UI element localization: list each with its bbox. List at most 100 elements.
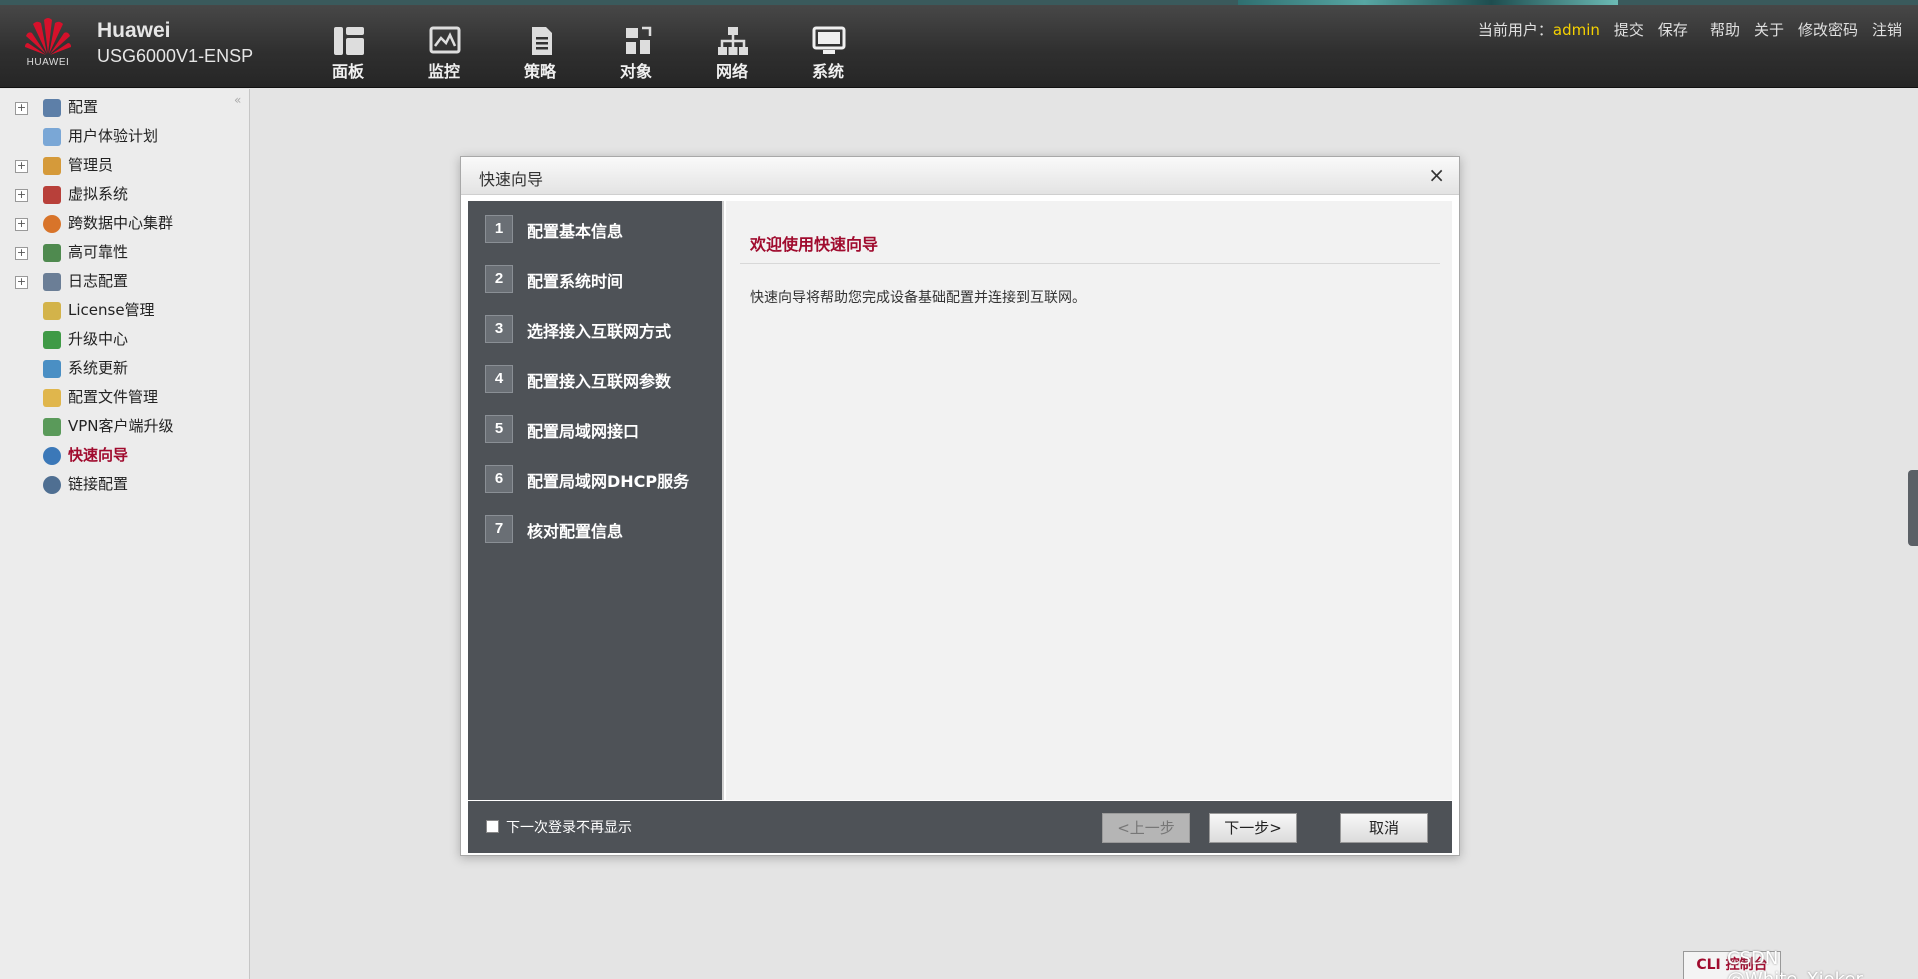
sidebar-item-virtual-system[interactable]: + 虚拟系统 [0,180,250,209]
next-button[interactable]: 下一步> [1209,813,1297,843]
sidebar-item-upgrade[interactable]: 升级中心 [0,325,250,354]
cluster-icon [43,215,61,233]
help-link[interactable]: 帮助 [1710,19,1740,40]
step-label: 配置系统时间 [527,272,624,291]
brand-name: Huawei [97,19,171,42]
sidebar: « + 配置 用户体验计划 + 管理员 + 虚拟系统 + 跨数据中心集群 + 高… [0,89,250,979]
wizard-step-4[interactable]: 4 配置接入互联网参数 [485,363,720,395]
nav-network[interactable]: 网络 [684,0,780,88]
cancel-button[interactable]: 取消 [1340,813,1428,843]
wizard-step-7[interactable]: 7 核对配置信息 [485,513,720,545]
nav-monitor[interactable]: 监控 [396,0,492,88]
high-availability-icon [43,244,61,262]
expand-icon[interactable]: + [15,218,28,231]
watermark: CSDN @White_Xjoker [1727,948,1863,979]
step-label: 核对配置信息 [527,522,624,541]
content-divider [740,263,1440,264]
nav-label: 策略 [523,62,556,81]
decorative-banner [1238,0,1618,5]
sidebar-item-vpn-client[interactable]: VPN客户端升级 [0,412,250,441]
sidebar-item-cluster[interactable]: + 跨数据中心集群 [0,209,250,238]
logout-link[interactable]: 注销 [1872,19,1902,40]
wizard-step-2[interactable]: 2 配置系统时间 [485,263,720,295]
nav-dashboard[interactable]: 面板 [300,0,396,88]
sidebar-item-quick-wizard[interactable]: 快速向导 [0,441,250,470]
dont-show-again-checkbox[interactable] [486,820,499,833]
sidebar-item-log-config[interactable]: + 日志配置 [0,267,250,296]
expand-icon[interactable]: + [15,189,28,202]
current-username: admin [1552,21,1600,39]
user-experience-icon [43,128,61,146]
log-config-icon [43,273,61,291]
sidebar-item-label: VPN客户端升级 [68,417,174,435]
dialog-title: 快速向导 [479,170,544,189]
device-model: USG6000V1-ENSP [97,46,254,66]
wizard-step-3[interactable]: 3 选择接入互联网方式 [485,313,720,345]
wizard-step-5[interactable]: 5 配置局域网接口 [485,413,720,445]
step-number: 1 [485,215,513,243]
dialog-title-bar[interactable]: 快速向导 × [461,157,1459,195]
sidebar-item-license[interactable]: License管理 [0,296,250,325]
about-link[interactable]: 关于 [1754,19,1784,40]
dont-show-again-label[interactable]: 下一次登录不再显示 [506,817,632,837]
sidebar-item-user-experience[interactable]: 用户体验计划 [0,122,250,151]
side-panel-handle[interactable] [1908,470,1918,546]
nav-object[interactable]: 对象 [588,0,684,88]
sidebar-item-label: 链接配置 [68,475,129,493]
wizard-description: 快速向导将帮助您完成设备基础配置并连接到互联网。 [750,290,1086,306]
sidebar-item-system-update[interactable]: 系统更新 [0,354,250,383]
expand-icon[interactable]: + [15,102,28,115]
expand-icon[interactable]: + [15,247,28,260]
sidebar-item-label: 用户体验计划 [68,127,159,145]
current-user-info: 当前用户：admin [1478,19,1600,40]
sidebar-item-admin[interactable]: + 管理员 [0,151,250,180]
wizard-step-6[interactable]: 6 配置局域网DHCP服务 [485,463,720,495]
sidebar-item-label: 跨数据中心集群 [68,214,174,232]
sidebar-item-label: 配置 [68,98,99,116]
change-password-link[interactable]: 修改密码 [1798,19,1858,40]
monitor-icon [429,26,461,54]
policy-icon [532,27,552,55]
sidebar-item-label: 虚拟系统 [68,185,129,203]
quick-wizard-dialog: 快速向导 × 1 配置基本信息 2 配置系统时间 3 选择接入互联网方式 4 配… [460,156,1460,856]
step-label: 配置局域网接口 [527,422,640,441]
huawei-logo: HUAWEI [18,14,78,74]
sidebar-item-high-availability[interactable]: + 高可靠性 [0,238,250,267]
sidebar-item-label: 快速向导 [68,446,129,464]
nav-label: 网络 [715,62,748,81]
nav-label: 监控 [427,62,460,81]
system-icon [812,26,846,54]
sidebar-item-label: 高可靠性 [68,243,129,261]
expand-icon[interactable]: + [15,160,28,173]
step-number: 2 [485,265,513,293]
sidebar-item-config[interactable]: + 配置 [0,93,250,122]
user-bar: 当前用户：admin 提交 保存 帮助 关于 修改密码 注销 [1478,19,1902,40]
wizard-step-1[interactable]: 1 配置基本信息 [485,213,720,245]
save-link[interactable]: 保存 [1658,19,1688,40]
sidebar-tree: + 配置 用户体验计划 + 管理员 + 虚拟系统 + 跨数据中心集群 + 高可靠… [0,93,250,499]
previous-button[interactable]: <上一步 [1102,813,1190,843]
sidebar-item-label: 系统更新 [68,359,129,377]
sidebar-item-link-config[interactable]: 链接配置 [0,470,250,499]
main-nav: 面板 监控 策略 对象 网络 系统 [300,0,876,88]
top-bar: HUAWEI Huawei USG6000V1-ENSP 面板 监控 策略 对象… [0,0,1918,88]
nav-policy[interactable]: 策略 [492,0,588,88]
sidebar-item-label: License管理 [68,301,155,319]
step-label: 配置基本信息 [527,222,624,241]
huawei-logo-icon [25,18,71,55]
step-label: 配置接入互联网参数 [527,372,672,391]
step-label: 配置局域网DHCP服务 [527,472,690,491]
brand: Huawei USG6000V1-ENSP [97,18,253,68]
step-number: 6 [485,465,513,493]
nav-system[interactable]: 系统 [780,0,876,88]
object-icon [626,26,652,54]
close-icon[interactable]: × [1428,163,1445,187]
nav-label: 系统 [811,62,844,81]
sidebar-item-config-file[interactable]: 配置文件管理 [0,383,250,412]
expand-icon[interactable]: + [15,276,28,289]
commit-link[interactable]: 提交 [1614,19,1644,40]
current-user-label: 当前用户： [1477,21,1553,39]
step-number: 4 [485,365,513,393]
wizard-content: 欢迎使用快速向导 快速向导将帮助您完成设备基础配置并连接到互联网。 [726,201,1452,800]
top-accent-strip [0,0,1918,5]
